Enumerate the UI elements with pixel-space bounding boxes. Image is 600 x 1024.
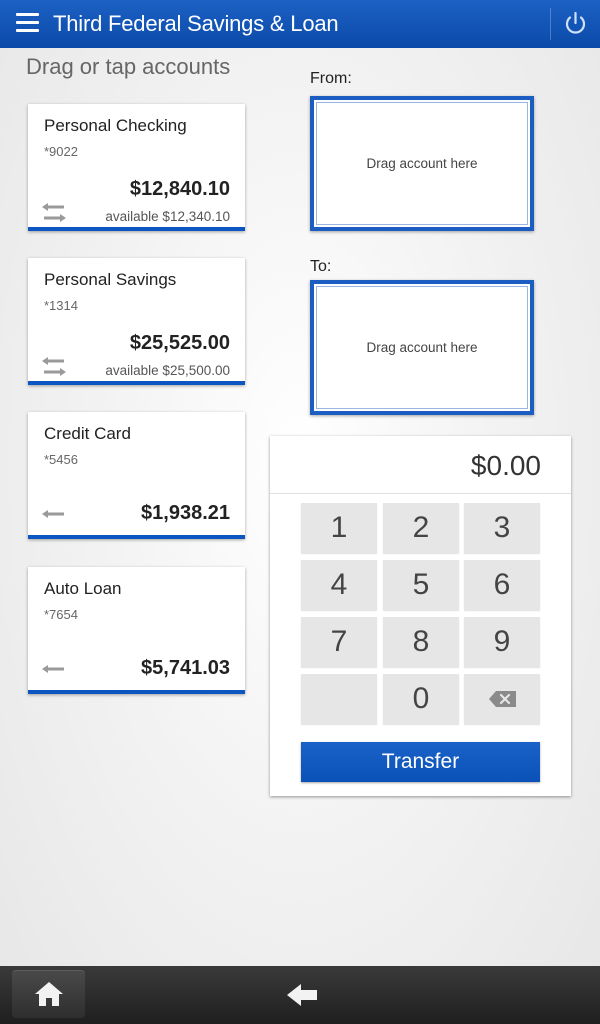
to-drop-zone[interactable]: Drag account here <box>310 280 534 415</box>
bottom-nav-bar <box>0 966 600 1024</box>
transfer-both-ways-icon <box>42 357 66 376</box>
from-placeholder: Drag account here <box>366 156 478 171</box>
account-number: *7654 <box>44 607 78 622</box>
account-card-credit-card[interactable]: Credit Card *5456 $1,938.21 <box>28 412 245 539</box>
key-7[interactable]: 7 <box>301 617 377 667</box>
key-3[interactable]: 3 <box>464 503 540 553</box>
key-2[interactable]: 2 <box>383 503 459 553</box>
account-number: *5456 <box>44 452 78 467</box>
transfer-button[interactable]: Transfer <box>301 742 540 782</box>
app-title: Third Federal Savings & Loan <box>53 11 339 36</box>
amount-divider <box>270 493 571 494</box>
account-card-personal-checking[interactable]: Personal Checking *9022 $12,840.10 avail… <box>28 104 245 231</box>
key-1[interactable]: 1 <box>301 503 377 553</box>
from-drop-zone[interactable]: Drag account here <box>310 96 534 231</box>
backspace-icon <box>488 691 516 707</box>
key-6[interactable]: 6 <box>464 560 540 610</box>
amount-display: $0.00 <box>470 450 541 481</box>
key-blank <box>301 674 377 724</box>
key-8[interactable]: 8 <box>383 617 459 667</box>
account-name: Personal Savings <box>44 270 177 289</box>
app-header: Third Federal Savings & Loan <box>0 0 600 48</box>
header-divider <box>550 8 551 40</box>
account-card-personal-savings[interactable]: Personal Savings *1314 $25,525.00 availa… <box>28 258 245 385</box>
backspace-key[interactable] <box>464 674 540 724</box>
key-0[interactable]: 0 <box>383 674 459 724</box>
account-name: Personal Checking <box>44 116 187 135</box>
home-icon <box>34 982 63 1006</box>
hamburger-menu-icon[interactable] <box>16 13 39 33</box>
to-placeholder: Drag account here <box>366 340 478 355</box>
key-4[interactable]: 4 <box>301 560 377 610</box>
home-button[interactable] <box>12 970 85 1018</box>
account-name: Auto Loan <box>44 579 122 598</box>
account-balance: $25,525.00 <box>129 332 230 354</box>
transfer-in-icon <box>42 665 64 673</box>
key-9[interactable]: 9 <box>464 617 540 667</box>
available-balance: available $12,340.10 <box>105 209 230 224</box>
back-arrow-icon[interactable] <box>285 981 319 1009</box>
account-card-auto-loan[interactable]: Auto Loan *7654 $5,741.03 <box>28 567 245 694</box>
transfer-both-ways-icon <box>42 203 66 222</box>
account-number: *9022 <box>44 144 78 159</box>
instruction-text: Drag or tap accounts <box>26 54 231 79</box>
account-balance: $5,741.03 <box>141 657 230 679</box>
to-label: To: <box>310 258 332 275</box>
transfer-in-icon <box>42 510 64 518</box>
keypad-panel: $0.00 1 2 3 4 5 6 7 8 9 0 Transfer <box>270 436 571 796</box>
account-balance: $1,938.21 <box>141 502 230 524</box>
power-icon[interactable] <box>563 11 588 36</box>
from-label: From: <box>310 70 352 87</box>
account-name: Credit Card <box>44 424 131 443</box>
available-balance: available $25,500.00 <box>105 363 230 378</box>
account-number: *1314 <box>44 298 78 313</box>
account-balance: $12,840.10 <box>129 178 230 200</box>
key-5[interactable]: 5 <box>383 560 459 610</box>
